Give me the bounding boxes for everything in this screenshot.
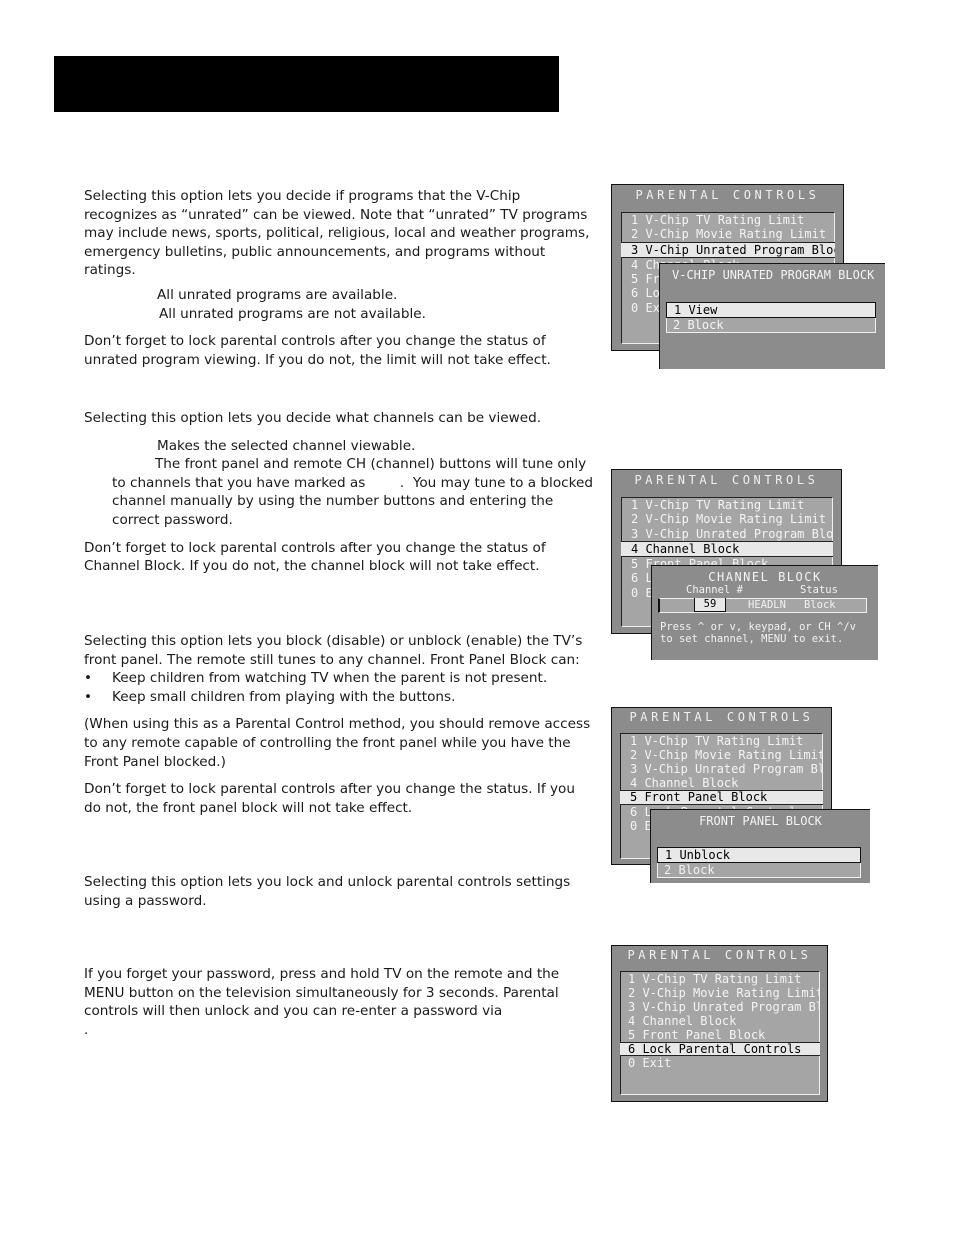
menu-title: PARENTAL CONTROLS (627, 948, 812, 962)
menu-list: 1 V-Chip TV Rating Limit 2 V-Chip Movie … (620, 971, 820, 1095)
popup-list: 1 View 2 Block (666, 302, 876, 333)
channel-block-popup: CHANNEL BLOCK Channel # Status 59 HEADLN… (651, 565, 878, 660)
menu-item[interactable]: 2 V-Chip Movie Rating Limit (622, 227, 834, 241)
unrated-view-desc: All unrated programs are available. (157, 286, 398, 303)
menu-item-selected[interactable]: 5 Front Panel Block (620, 790, 823, 805)
option-block[interactable]: 2 Block (658, 863, 860, 877)
lock-section: Selecting this option lets you lock and … (84, 873, 594, 1040)
front-panel-section: Selecting this option lets you block (di… (84, 632, 594, 817)
option-block[interactable]: 2 Block (667, 318, 875, 332)
bullet-icon: • (84, 670, 93, 687)
menu-item[interactable]: 1 V-Chip TV Rating Limit (621, 972, 819, 986)
popup-title: V-CHIP UNRATED PROGRAM BLOCK (672, 268, 875, 282)
bullet-icon: • (84, 688, 93, 705)
menu-item[interactable]: 1 V-Chip TV Rating Limit (622, 213, 834, 227)
unrated-reminder: Don’t forget to lock parental controls a… (84, 333, 551, 368)
option-unblock[interactable]: 1 Unblock (657, 847, 861, 863)
channel-intro: Selecting this option lets you decide wh… (84, 410, 542, 426)
menu-item-selected[interactable]: 6 Lock Parental Controls (620, 1042, 820, 1056)
menu-item[interactable]: 1 V-Chip TV Rating Limit (622, 498, 832, 512)
menu-item[interactable]: 2 V-Chip Movie Rating Limit (621, 986, 819, 1000)
channel-row: 59 HEADLN Block (658, 598, 867, 613)
lock-intro: Selecting this option lets you lock and … (84, 874, 571, 909)
front-panel-bullet: • Keep small children from playing with … (84, 688, 456, 705)
channel-reminder: Don’t forget to lock parental controls a… (84, 539, 546, 575)
unrated-block-desc: All unrated programs are not available. (159, 305, 426, 322)
channel-block-desc-rest: to channels that you have marked as . Yo… (112, 474, 598, 528)
channel-block-desc-line1: The front panel and remote CH (channel) … (155, 456, 587, 473)
menu-item[interactable]: 4 Channel Block (621, 776, 822, 790)
front-panel-bullet: • Keep children from watching TV when th… (84, 670, 548, 687)
channel-station: HEADLN (748, 599, 786, 611)
front-panel-reminder: Don’t forget to lock parental controls a… (84, 781, 575, 816)
unrated-intro: Selecting this option lets you decide if… (84, 188, 590, 279)
option-view[interactable]: 1 View (666, 302, 876, 318)
menu-item[interactable]: 0 Exit (621, 1056, 819, 1070)
menu-title: PARENTAL CONTROLS (629, 710, 814, 724)
popup-title: CHANNEL BLOCK (708, 570, 822, 584)
menu-title: PARENTAL CONTROLS (635, 188, 820, 202)
channel-block-section: Selecting this option lets you decide wh… (84, 409, 594, 576)
channel-column-header: Channel # (686, 584, 743, 596)
popup-list: 1 Unblock 2 Block (657, 847, 861, 878)
front-panel-popup: FRONT PANEL BLOCK 1 Unblock 2 Block (650, 809, 870, 883)
menu-item-selected[interactable]: 3 V-Chip Unrated Program Block (621, 241, 835, 258)
menu-title: PARENTAL CONTROLS (634, 473, 819, 487)
channel-number-field[interactable]: 59 (694, 598, 726, 612)
tv-screen-lock: PARENTAL CONTROLS 1 V-Chip TV Rating Lim… (611, 945, 828, 1102)
lock-forgot-password: If you forget your password, press and h… (84, 966, 650, 1038)
menu-item[interactable]: 1 V-Chip TV Rating Limit (621, 734, 822, 748)
menu-item-selected[interactable]: 4 Channel Block (621, 540, 833, 558)
menu-item[interactable]: 2 V-Chip Movie Rating Limit (622, 512, 832, 526)
front-panel-note: (When using this as a Parental Control m… (84, 716, 591, 770)
unrated-section: Selecting this option lets you decide if… (84, 187, 594, 369)
channel-view-desc: Makes the selected channel viewable. (157, 437, 416, 454)
menu-item[interactable]: 4 Channel Block (621, 1014, 819, 1028)
channel-help-text: Press ^ or v, keypad, or CH ^/v to set c… (660, 621, 856, 645)
menu-item[interactable]: 5 Front Panel Block (621, 1028, 819, 1042)
menu-item[interactable]: 3 V-Chip Unrated Program Block (622, 527, 832, 541)
menu-item[interactable]: 3 V-Chip Unrated Program Block (621, 1000, 819, 1014)
header-bar (54, 56, 559, 112)
channel-status[interactable]: Block (804, 599, 836, 612)
menu-item[interactable]: 3 V-Chip Unrated Program Block (621, 762, 822, 776)
unrated-popup: V-CHIP UNRATED PROGRAM BLOCK 1 View 2 Bl… (659, 263, 885, 369)
status-column-header: Status (800, 584, 838, 596)
front-panel-intro: Selecting this option lets you block (di… (84, 633, 583, 668)
popup-title: FRONT PANEL BLOCK (699, 814, 822, 828)
menu-item[interactable]: 2 V-Chip Movie Rating Limit (621, 748, 822, 762)
